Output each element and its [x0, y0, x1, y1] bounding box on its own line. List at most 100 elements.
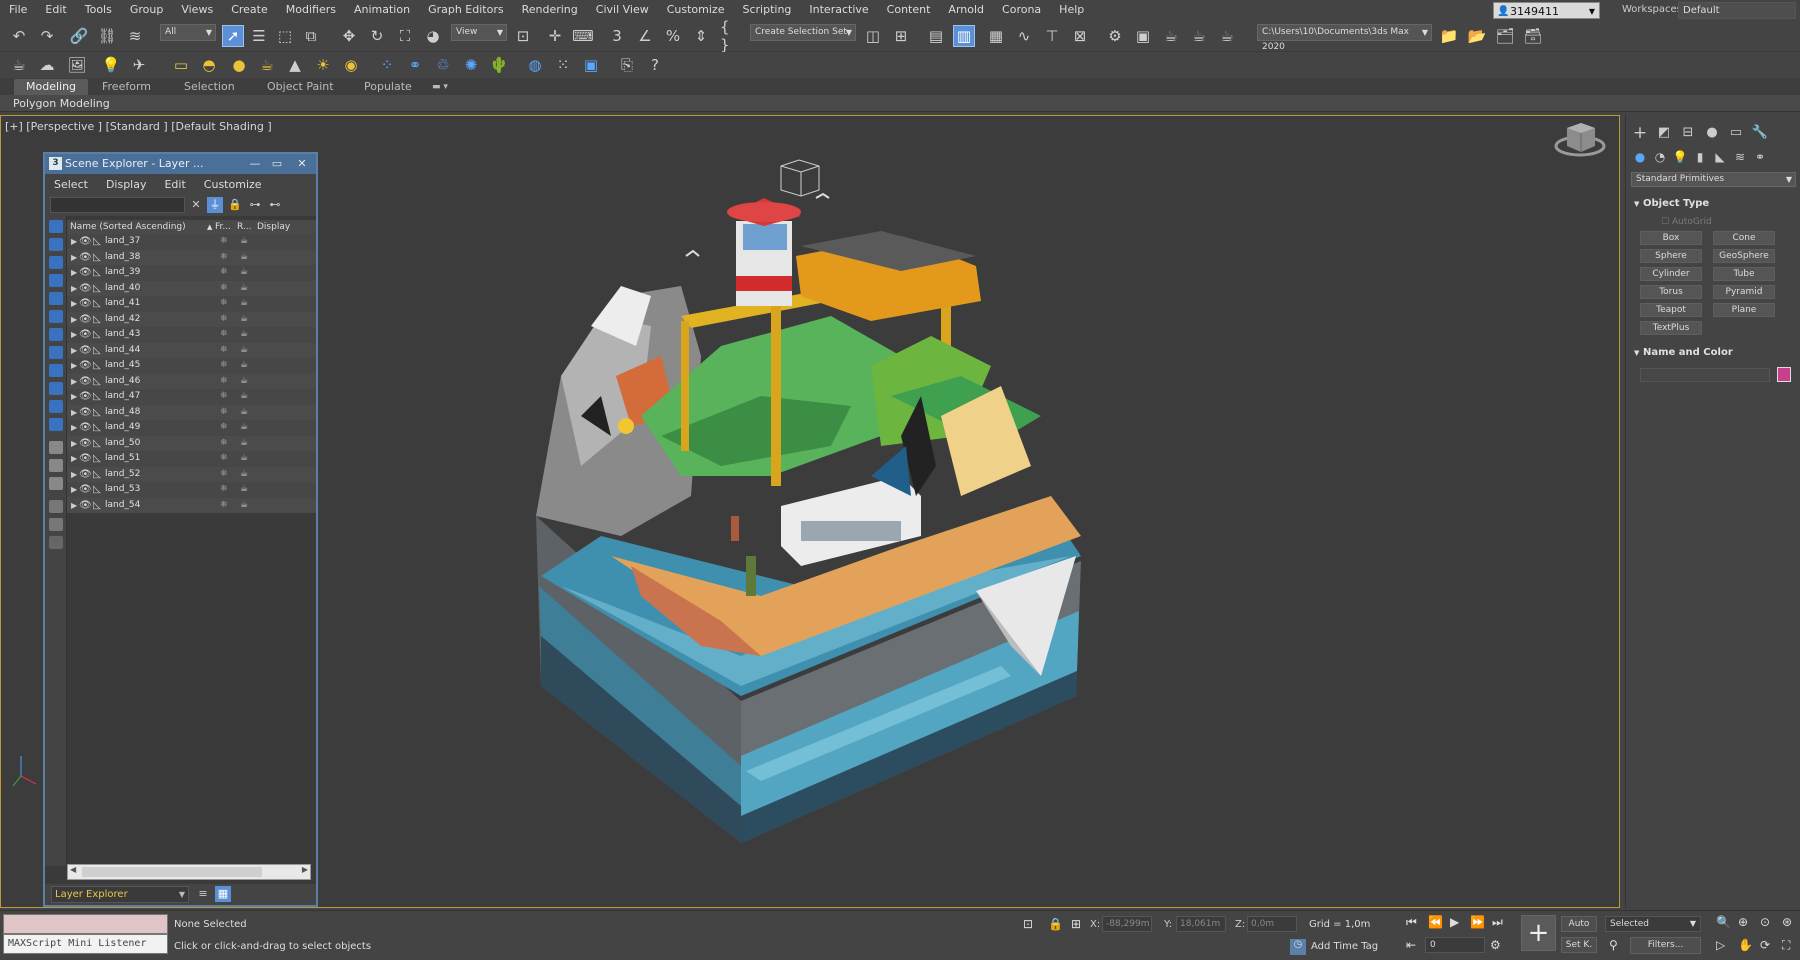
select-manipulate-icon[interactable]: ✛ — [544, 25, 566, 47]
render-teapot-icon[interactable]: ☕ — [240, 358, 248, 373]
helpers-icon[interactable]: ◣ — [1710, 147, 1730, 167]
se-menu-customize[interactable]: Customize — [195, 178, 271, 191]
column-display[interactable]: Display — [257, 220, 290, 234]
rotate-icon[interactable]: ↻ — [366, 25, 388, 47]
expand-arrow-icon[interactable]: ▶ — [71, 436, 77, 451]
project-folder-icon[interactable]: 📁 — [1438, 25, 1460, 47]
expand-arrow-icon[interactable]: ▶ — [71, 389, 77, 404]
freeze-icon[interactable]: ❄ — [220, 343, 228, 358]
material-editor-icon[interactable]: ⊠ — [1069, 25, 1091, 47]
expand-arrow-icon[interactable]: ▶ — [71, 281, 77, 296]
create-tab-plus-icon[interactable]: + — [1630, 123, 1650, 143]
containers-filter-icon[interactable] — [49, 382, 63, 395]
render-teapot-icon[interactable]: ☕ — [240, 234, 248, 249]
menu-create[interactable]: Create — [222, 0, 277, 20]
freeze-icon[interactable]: ❄ — [220, 498, 228, 513]
maxscript-output-field[interactable] — [3, 914, 168, 934]
scale-icon[interactable]: ⛶ — [394, 25, 416, 47]
pyramid-button[interactable]: Pyramid — [1713, 285, 1775, 299]
render-iterative-icon[interactable]: ☕ — [1188, 25, 1210, 47]
filter-funnel-icon[interactable] — [49, 518, 63, 531]
motion-tab-icon[interactable]: ● — [1702, 123, 1722, 143]
column-renderable[interactable]: R... — [237, 220, 252, 234]
expand-arrow-icon[interactable]: ▶ — [71, 265, 77, 280]
layer-row[interactable]: ▶ 👁 ◺ land_40 ❄ ☕ — [67, 280, 316, 296]
dome-light-icon[interactable]: ◓ — [198, 54, 220, 76]
key-filters-icon[interactable]: ⚲ — [1609, 938, 1618, 952]
window-crossing-icon[interactable]: ⧉ — [300, 25, 322, 47]
visibility-eye-icon[interactable]: 👁 — [79, 234, 92, 249]
teapot-light-icon[interactable]: ☕ — [256, 54, 278, 76]
open-project-icon[interactable]: 📂 — [1466, 25, 1488, 47]
tab-object-paint[interactable]: Object Paint — [255, 79, 346, 95]
search-input[interactable] — [50, 197, 185, 213]
polygon-modeling-label[interactable]: Polygon Modeling — [13, 95, 110, 112]
scene-explorer-titlebar[interactable]: 3 Scene Explorer - Layer ... — ▭ ✕ — [45, 154, 316, 174]
render-teapot-icon[interactable]: ☕ — [240, 250, 248, 265]
visibility-eye-icon[interactable]: 👁 — [79, 265, 92, 280]
select-by-name-icon[interactable]: ☰ — [248, 25, 270, 47]
se-menu-select[interactable]: Select — [45, 178, 97, 191]
geometry-filter-icon[interactable] — [49, 220, 63, 233]
spacewarps-filter-icon[interactable] — [49, 310, 63, 323]
render-teapot-icon[interactable]: ☕ — [240, 327, 248, 342]
selection-lock-icon[interactable]: 🔒 — [1048, 917, 1063, 931]
render-teapot-icon[interactable]: ☕ — [240, 482, 248, 497]
expand-arrow-icon[interactable]: ▶ — [71, 420, 77, 435]
freeze-icon[interactable]: ❄ — [220, 234, 228, 249]
object-type-rollout[interactable]: ▼ Object Type — [1631, 197, 1796, 211]
render-teapot-icon[interactable]: ☕ — [240, 389, 248, 404]
converter-icon[interactable]: ⎘ — [616, 54, 638, 76]
toggle-scene-explorer-icon[interactable]: ▤ — [925, 25, 947, 47]
teapot-button[interactable]: Teapot — [1640, 303, 1702, 317]
expand-arrow-icon[interactable]: ▶ — [71, 296, 77, 311]
reference-coordinate-dropdown[interactable]: View ▼ — [451, 24, 507, 41]
menu-corona[interactable]: Corona — [993, 0, 1050, 20]
menu-animation[interactable]: Animation — [345, 0, 419, 20]
freeze-icon[interactable]: ❄ — [220, 281, 228, 296]
pan-hand-icon[interactable]: ✋ — [1738, 938, 1753, 952]
bind-spacewarp-icon[interactable]: ≋ — [124, 25, 146, 47]
shapes-icon[interactable]: ◔ — [1650, 147, 1670, 167]
object-color-swatch[interactable] — [1777, 367, 1791, 382]
layer-row[interactable]: ▶ 👁 ◺ land_43 ❄ ☕ — [67, 327, 316, 343]
align-icon[interactable]: ⊞ — [890, 25, 912, 47]
maximize-icon[interactable]: ▭ — [267, 154, 287, 174]
tab-freeform[interactable]: Freeform — [90, 79, 163, 95]
render-teapot-icon[interactable]: ☕ — [240, 451, 248, 466]
render-teapot-icon[interactable]: ☕ — [240, 405, 248, 420]
scroll-right-icon[interactable]: ▶ — [302, 865, 308, 874]
sun-icon[interactable]: ☀ — [312, 54, 334, 76]
tag-icon[interactable] — [49, 536, 63, 549]
set-key-plus-icon[interactable]: + — [1521, 915, 1556, 951]
menu-graph-editors[interactable]: Graph Editors — [419, 0, 513, 20]
pivot-center-icon[interactable]: ⊡ — [512, 25, 534, 47]
minimize-icon[interactable]: — — [245, 154, 265, 174]
key-mode-icon[interactable]: ⇤ — [1406, 938, 1416, 952]
freeze-icon[interactable]: ❄ — [220, 250, 228, 265]
maxscript-mini-listener[interactable]: MAXScript Mini Listener — [3, 934, 168, 954]
menu-scripting[interactable]: Scripting — [733, 0, 800, 20]
cameras-filter-icon[interactable] — [49, 274, 63, 287]
autogrid-checkbox[interactable]: ☐ AutoGrid — [1661, 217, 1712, 227]
set-key-button[interactable]: Set K. — [1561, 937, 1597, 953]
key-filter-dropdown[interactable]: Selected ▼ — [1605, 916, 1701, 932]
link-icon[interactable]: 🔗 — [68, 25, 90, 47]
layer-row[interactable]: ▶ 👁 ◺ land_54 ❄ ☕ — [67, 497, 316, 513]
se-menu-display[interactable]: Display — [97, 178, 156, 191]
freeze-icon[interactable]: ❄ — [220, 312, 228, 327]
pattern-icon[interactable]: ♲ — [432, 54, 454, 76]
redo-icon[interactable]: ↷ — [36, 25, 58, 47]
rect-selection-icon[interactable]: ⬚ — [274, 25, 296, 47]
freeze-icon[interactable]: ❄ — [220, 420, 228, 435]
render-teapot-icon[interactable]: ☕ — [240, 374, 248, 389]
torus-button[interactable]: Torus — [1640, 285, 1702, 299]
toggle-layer-explorer-icon[interactable]: ▥ — [953, 25, 975, 47]
utilities-tab-wrench-icon[interactable]: 🔧 — [1750, 123, 1770, 143]
cactus-icon[interactable]: 🌵 — [488, 54, 510, 76]
render-teapot-icon[interactable]: ☕ — [240, 420, 248, 435]
unlink-icon[interactable]: ⛓ — [96, 25, 118, 47]
scroll-left-icon[interactable]: ◀ — [70, 865, 76, 874]
toggle-ribbon-icon[interactable]: ▦ — [985, 25, 1007, 47]
layer-explorer-icon[interactable]: ▦ — [215, 886, 231, 902]
